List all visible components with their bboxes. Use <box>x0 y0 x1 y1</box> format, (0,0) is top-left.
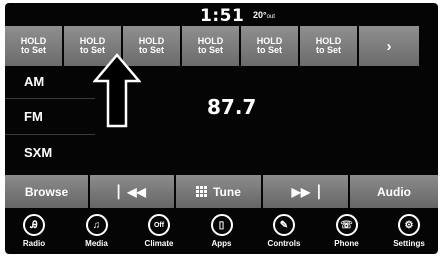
nav-phone[interactable]: ☏ Phone <box>320 211 374 254</box>
nav-media[interactable]: ♫ Media <box>70 211 124 254</box>
chevron-right-icon: › <box>386 37 392 55</box>
preset-1-button[interactable]: HOLD to Set <box>5 26 62 66</box>
nav-label: Controls <box>267 239 301 248</box>
divider <box>5 134 95 135</box>
media-icon: ♫ <box>85 214 108 236</box>
tune-button[interactable]: Tune <box>176 175 261 208</box>
climate-icon: Off <box>148 214 170 236</box>
nav-label: Apps <box>211 239 232 248</box>
preset-bar: HOLD to Set HOLD to Set HOLD to Set HOLD… <box>5 26 438 66</box>
presets-next-button[interactable]: › <box>359 26 419 66</box>
preset-label-line2: to Set <box>256 45 282 55</box>
outside-temperature: 20°out <box>253 10 275 20</box>
radio-screen: 1:51 20°out HOLD to Set HOLD to Set HOLD… <box>5 3 438 254</box>
seek-forward-icon: ▶▶▕ <box>291 184 320 199</box>
audio-label: Audio <box>377 184 411 199</box>
source-am[interactable]: AM <box>24 74 44 89</box>
nav-controls[interactable]: ✎ Controls <box>257 211 311 254</box>
preset-label-line2: to Set <box>315 45 341 55</box>
preset-label-line2: to Set <box>197 45 223 55</box>
audio-button[interactable]: Audio <box>350 175 438 208</box>
seek-back-button[interactable]: ▏◀◀ <box>90 175 174 208</box>
phone-icon: ☏ <box>335 214 358 236</box>
temperature-unit: out <box>266 14 275 20</box>
nav-radio[interactable]: Ꭿ Radio <box>7 211 61 254</box>
radio-icon: Ꭿ <box>23 214 45 236</box>
controls-icon: ✎ <box>273 214 295 236</box>
temperature-value: 20° <box>253 10 267 20</box>
seek-back-icon: ▏◀◀ <box>118 184 146 199</box>
preset-label-line2: to Set <box>20 45 46 55</box>
nav-label: Media <box>85 239 108 248</box>
preset-6-button[interactable]: HOLD to Set <box>300 26 357 66</box>
nav-settings[interactable]: ⚙ Settings <box>382 211 436 254</box>
bottom-nav: Ꭿ Radio ♫ Media Off Climate ▯ Apps ✎ Con… <box>5 211 438 254</box>
divider <box>5 98 95 99</box>
browse-label: Browse <box>24 184 69 199</box>
preset-label-line2: to Set <box>138 45 164 55</box>
grid-icon <box>196 186 208 197</box>
tune-label: Tune <box>213 184 241 199</box>
nav-label: Phone <box>334 239 359 248</box>
settings-icon: ⚙ <box>398 214 420 236</box>
apps-icon: ▯ <box>210 214 233 236</box>
source-fm[interactable]: FM <box>24 109 43 124</box>
preset-4-button[interactable]: HOLD to Set <box>182 26 239 66</box>
seek-forward-button[interactable]: ▶▶▕ <box>263 175 348 208</box>
clock: 1:51 <box>200 6 245 26</box>
status-bar: 1:51 20°out <box>5 3 438 27</box>
control-bar: Browse ▏◀◀ Tune ▶▶▕ Audio <box>5 175 438 208</box>
source-sxm[interactable]: SXM <box>24 145 52 160</box>
nav-climate[interactable]: Off Climate <box>132 211 186 254</box>
nav-label: Radio <box>22 239 46 248</box>
browse-button[interactable]: Browse <box>5 175 88 208</box>
nav-apps[interactable]: ▯ Apps <box>195 211 249 254</box>
frequency-display: 87.7 <box>207 95 257 119</box>
nav-label: Settings <box>393 239 425 248</box>
nav-label: Climate <box>144 239 174 248</box>
up-arrow-callout-icon <box>93 53 141 128</box>
preset-5-button[interactable]: HOLD to Set <box>241 26 298 66</box>
